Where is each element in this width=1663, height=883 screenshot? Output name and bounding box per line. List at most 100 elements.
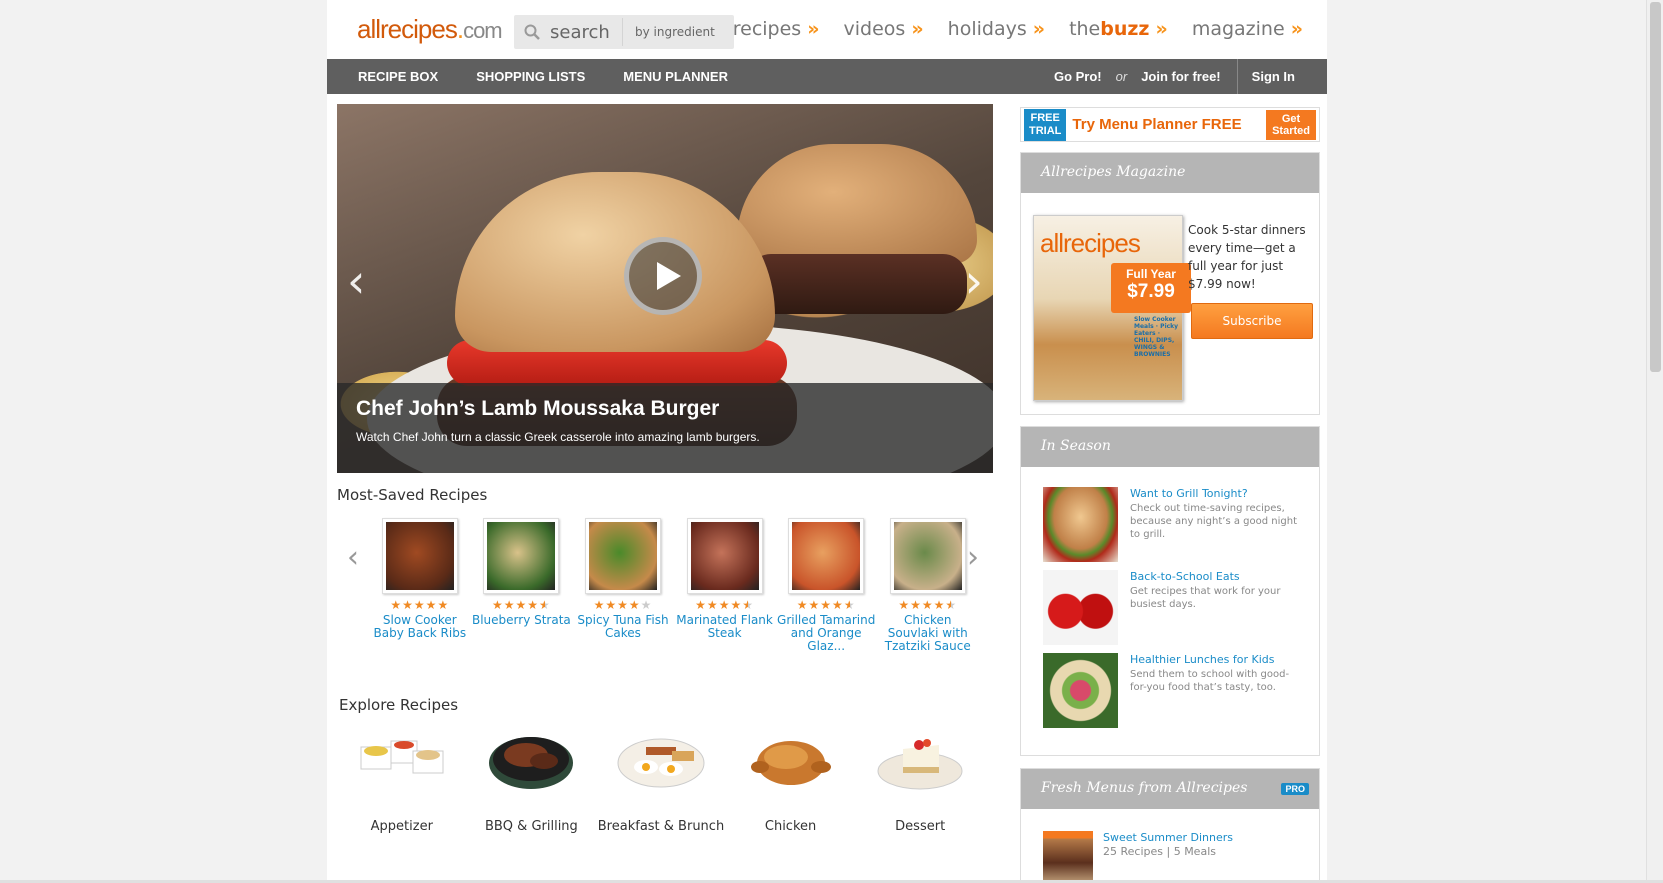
recipe-name[interactable]: Slow Cooker Baby Back Ribs (369, 614, 471, 640)
search-box[interactable]: search by ingredient (514, 15, 734, 49)
in-season-box: In Season Want to Grill Tonight? Check o… (1020, 426, 1320, 756)
search-input[interactable]: search (550, 22, 622, 43)
star-half-icon: ★ (539, 598, 551, 612)
hero-next-arrow[interactable]: › (965, 254, 983, 308)
recipe-card[interactable]: ★★★★★ Blueberry Strata (471, 518, 573, 653)
category-label: Chicken (764, 819, 817, 834)
nav-the-buzz[interactable]: thebuzz » (1069, 18, 1168, 40)
search-icon[interactable] (514, 24, 550, 40)
nav-videos[interactable]: videos » (844, 18, 924, 40)
rating-stars: ★★★★★ (390, 598, 449, 612)
star-half-icon: ★ (945, 598, 958, 612)
recipe-thumbnail[interactable] (483, 518, 560, 594)
fresh-menu-photo[interactable] (1043, 831, 1093, 883)
menu-planner-link[interactable]: MENU PLANNER (623, 69, 728, 84)
join-free-link[interactable]: Join for free! (1141, 69, 1220, 84)
star-empty-icon: ★ (640, 598, 653, 612)
category-label: Dessert (895, 819, 946, 834)
star-full-icon: ★ (437, 598, 450, 612)
star-full-icon: ★ (832, 598, 844, 612)
play-button[interactable] (624, 237, 702, 315)
recipe-photo (588, 522, 657, 590)
star-full-icon: ★ (515, 598, 528, 612)
category-label: Appetizer (370, 819, 433, 834)
recipe-box-link[interactable]: RECIPE BOX (358, 69, 438, 84)
category-chicken[interactable]: Chicken (726, 723, 856, 834)
vertical-scrollbar[interactable] (1646, 0, 1663, 883)
star-full-icon: ★ (593, 598, 606, 612)
most-saved-carousel: ‹ › ★★★★★ Slow Cooker Baby Back Ribs ★★★★★… (337, 518, 993, 658)
star-full-icon: ★ (491, 598, 504, 612)
in-season-item[interactable]: Healthier Lunches for Kids Send them to … (1043, 653, 1313, 731)
nav-recipes[interactable]: recipes » (733, 18, 820, 40)
star-full-icon: ★ (413, 598, 426, 612)
category-dessert[interactable]: Dessert (855, 723, 985, 834)
allrecipes-logo[interactable]: allrecipes.com (357, 14, 503, 45)
breakfast-image (616, 723, 706, 793)
top-navigation: recipes » videos » holidays » thebuzz » … (733, 18, 1303, 40)
category-breakfast-brunch[interactable]: Breakfast & Brunch (596, 723, 726, 834)
shopping-lists-link[interactable]: SHOPPING LISTS (476, 69, 585, 84)
sub-navigation-bar: RECIPE BOX SHOPPING LISTS MENU PLANNER G… (327, 59, 1327, 94)
star-full-icon: ★ (910, 598, 922, 612)
recipe-thumbnail[interactable] (686, 518, 763, 594)
category-label: Breakfast & Brunch (597, 819, 725, 834)
rating-stars: ★★★★★ (898, 598, 957, 612)
fresh-menu-meta: 25 Recipes | 5 Meals (1103, 845, 1216, 858)
get-started-button[interactable]: Get Started (1266, 109, 1316, 140)
category-appetizer[interactable]: Appetizer (337, 723, 467, 834)
nav-holidays[interactable]: holidays » (948, 18, 1045, 40)
recipe-thumbnail[interactable] (381, 518, 458, 594)
magazine-box: Allrecipes Magazine allrecipes Slow Cook… (1020, 152, 1320, 415)
scrollbar-thumb[interactable] (1650, 2, 1661, 372)
recipe-card[interactable]: ★★★★★ Grilled Tamarind and Orange Glaz... (775, 518, 877, 653)
menu-planner-trial-banner[interactable]: FREE TRIAL Try Menu Planner FREE Get Start… (1020, 107, 1320, 142)
pro-badge: PRO (1281, 783, 1309, 795)
hero-title[interactable]: Chef John’s Lamb Moussaka Burger (356, 397, 719, 421)
rating-stars: ★★★★★ (594, 598, 653, 612)
star-full-icon: ★ (898, 598, 911, 612)
star-full-icon: ★ (921, 598, 934, 612)
recipe-card[interactable]: ★★★★★ Spicy Tuna Fish Cakes (572, 518, 674, 653)
recipe-name[interactable]: Chicken Souvlaki with Tzatziki Sauce (877, 614, 979, 653)
rating-stars: ★★★★★ (695, 598, 754, 612)
recipe-photo (385, 522, 454, 590)
recipe-name[interactable]: Spicy Tuna Fish Cakes (572, 614, 674, 640)
hero-caption: Chef John’s Lamb Moussaka Burger Watch C… (337, 383, 993, 473)
star-full-icon: ★ (820, 598, 833, 612)
carousel-prev-arrow[interactable]: ‹ (347, 540, 359, 575)
hero-video-slide[interactable]: ‹ › Chef John’s Lamb Moussaka Burger Wat… (337, 104, 993, 473)
recipe-thumbnail[interactable] (584, 518, 661, 594)
star-full-icon: ★ (402, 598, 414, 612)
recipe-name[interactable]: Grilled Tamarind and Orange Glaz... (775, 614, 877, 653)
recipe-thumbnail[interactable] (788, 518, 865, 594)
recipe-card[interactable]: ★★★★★ Chicken Souvlaki with Tzatziki Sauc… (877, 518, 979, 653)
star-full-icon: ★ (796, 598, 809, 612)
magazine-description: Cook 5-star dinners every time—get a ful… (1188, 223, 1306, 291)
recipe-name[interactable]: Blueberry Strata (472, 614, 571, 627)
hero-prev-arrow[interactable]: ‹ (347, 254, 365, 308)
nav-magazine[interactable]: magazine » (1192, 18, 1303, 40)
star-full-icon: ★ (605, 598, 618, 612)
fresh-menus-box: Fresh Menus from Allrecipes PRO Sweet Sum… (1020, 768, 1320, 883)
go-pro-link[interactable]: Go Pro! (1054, 69, 1102, 84)
recipe-thumbnail[interactable] (889, 518, 966, 594)
explore-heading: Explore Recipes (339, 696, 459, 714)
in-season-item[interactable]: Back-to-School Eats Get recipes that wor… (1043, 570, 1313, 648)
star-half-icon: ★ (843, 598, 856, 612)
recipe-card[interactable]: ★★★★★ Slow Cooker Baby Back Ribs (369, 518, 471, 653)
in-season-item[interactable]: Want to Grill Tonight? Check out time-sa… (1043, 487, 1313, 565)
subscribe-button[interactable]: Subscribe (1191, 303, 1313, 339)
recipe-name[interactable]: Marinated Flank Steak (674, 614, 776, 640)
fresh-menu-title[interactable]: Sweet Summer Dinners (1103, 831, 1233, 844)
apples-photo (1043, 570, 1118, 645)
category-label: BBQ & Grilling (484, 819, 578, 834)
recipe-card[interactable]: ★★★★★ Marinated Flank Steak (674, 518, 776, 653)
recipe-photo (690, 522, 759, 590)
category-bbq-grilling[interactable]: BBQ & Grilling (467, 723, 597, 834)
site-header: allrecipes.com search by ingredient reci… (327, 0, 1327, 59)
recipe-photo (487, 522, 556, 590)
sign-in-link[interactable]: Sign In (1236, 59, 1327, 94)
by-ingredient-toggle[interactable]: by ingredient (623, 25, 715, 39)
bbq-image (486, 723, 576, 793)
